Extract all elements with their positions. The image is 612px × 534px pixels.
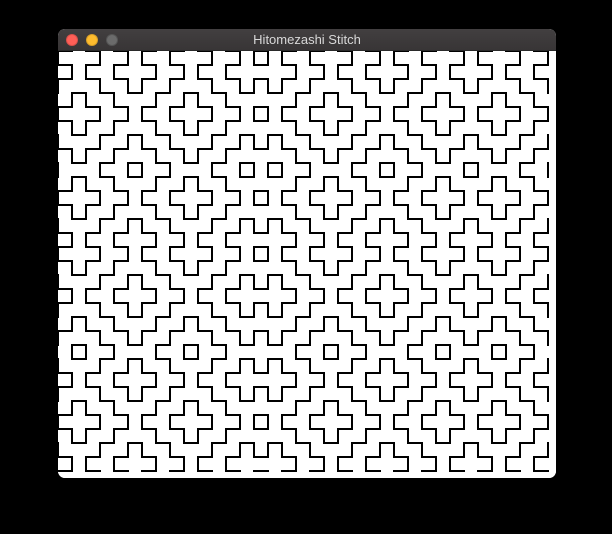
traffic-lights bbox=[66, 34, 118, 46]
zoom-icon[interactable] bbox=[106, 34, 118, 46]
stitch-canvas bbox=[58, 51, 556, 478]
app-window: Hitomezashi Stitch bbox=[58, 29, 556, 478]
close-icon[interactable] bbox=[66, 34, 78, 46]
minimize-icon[interactable] bbox=[86, 34, 98, 46]
window-title: Hitomezashi Stitch bbox=[58, 29, 556, 51]
canvas-area bbox=[58, 51, 556, 478]
titlebar[interactable]: Hitomezashi Stitch bbox=[58, 29, 556, 51]
